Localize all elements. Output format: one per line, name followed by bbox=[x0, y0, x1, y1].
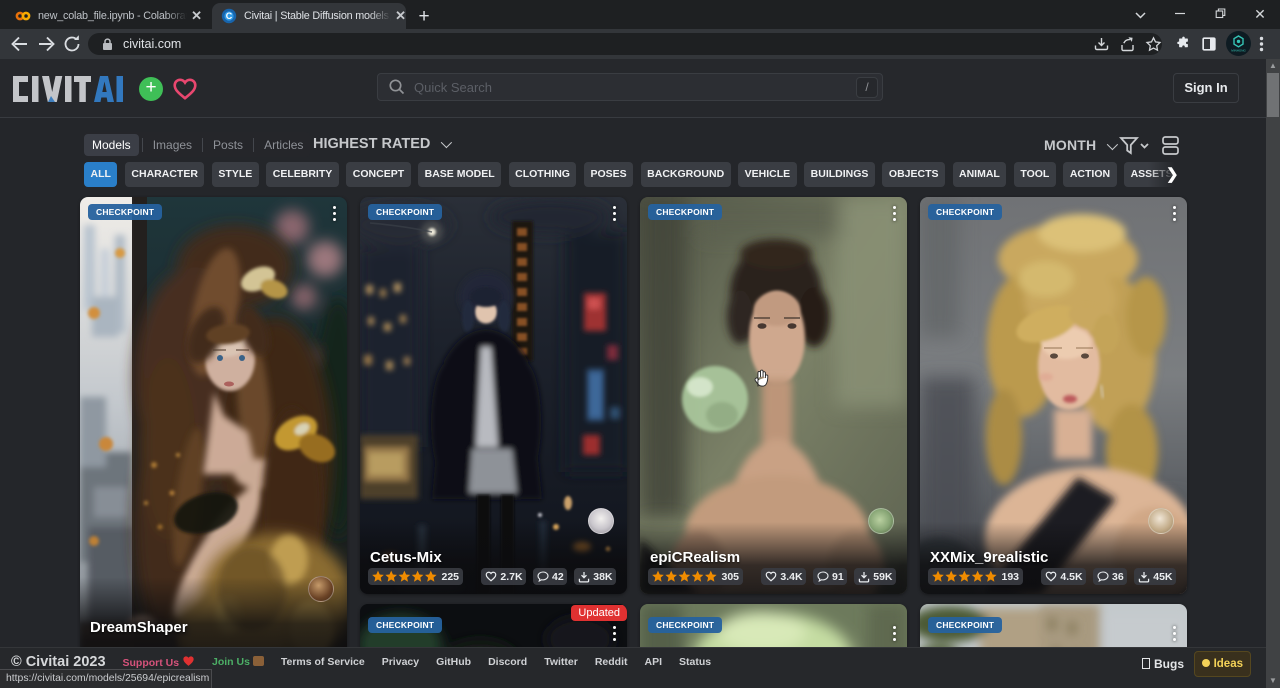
svg-text:MINHONG: MINHONG bbox=[1231, 49, 1246, 53]
svg-text:C: C bbox=[226, 11, 233, 21]
